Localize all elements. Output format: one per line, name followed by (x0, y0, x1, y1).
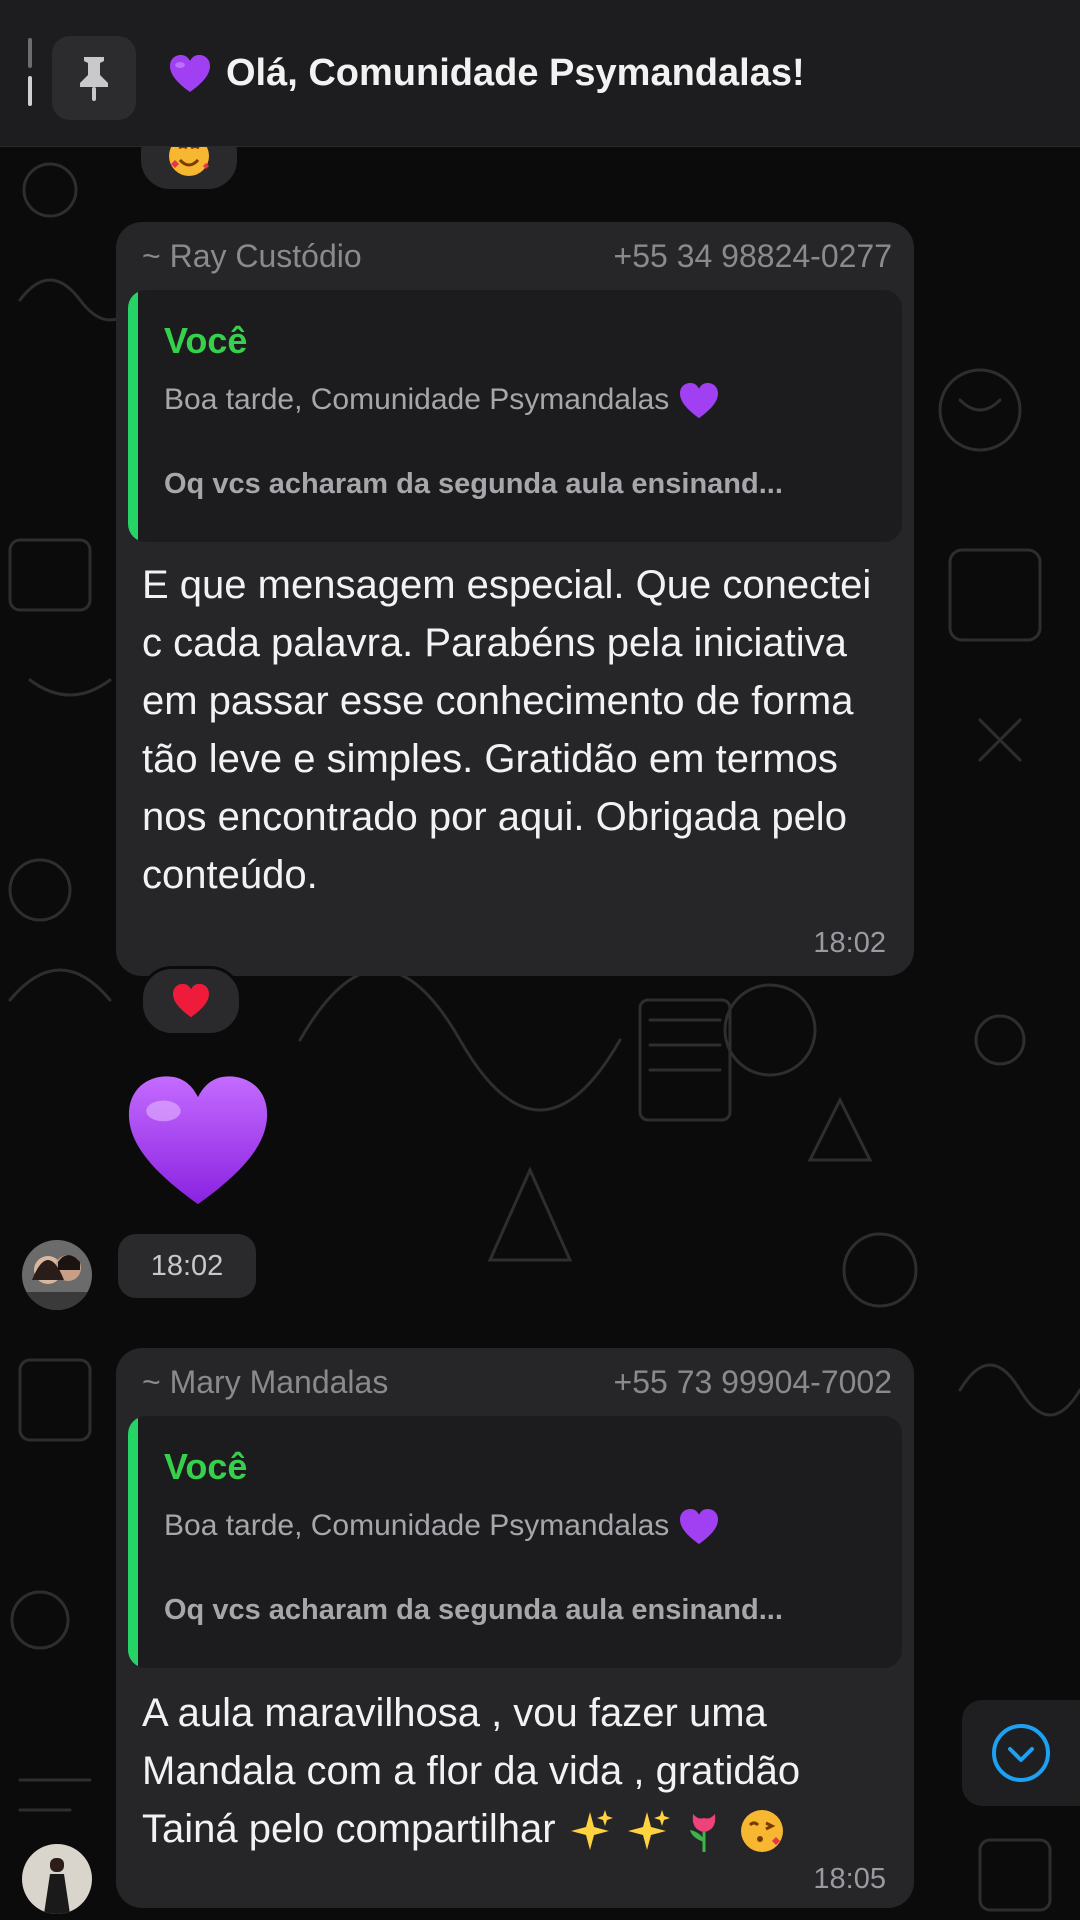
purple-heart-sticker[interactable] (122, 1070, 274, 1214)
pinned-indicator (28, 38, 32, 116)
purple-heart-icon (170, 54, 210, 92)
sparkles-icon (627, 1810, 670, 1851)
face-blowing-kiss-icon (741, 1810, 784, 1853)
sender-name[interactable]: ~ Mary Mandalas (142, 1364, 388, 1400)
message-time: 18:05 (813, 1863, 886, 1895)
message-bubble[interactable]: ~ Mary Mandalas +55 73 99904-7002 Você B… (116, 1348, 914, 1908)
quote-author: Você (164, 320, 248, 361)
quote-accent-bar (128, 1416, 138, 1668)
scroll-to-bottom-button[interactable] (962, 1700, 1080, 1806)
red-heart-icon (173, 983, 209, 1018)
tulip-icon (689, 1814, 716, 1853)
chevron-down-icon (992, 1724, 1050, 1782)
pin-icon[interactable] (52, 36, 136, 120)
quote-line-2: Oq vcs acharam da segunda aula ensinand.… (164, 1594, 783, 1626)
purple-heart-icon (679, 382, 718, 419)
sender-name-bar: ~ Ray Custódio +55 34 98824-0277 (142, 238, 892, 278)
pinned-title-text: Olá, Comunidade Psymandalas! (226, 52, 805, 94)
message-text: A aula maravilhosa , vou fazer uma Manda… (142, 1684, 882, 1858)
quote-line-2: Oq vcs acharam da segunda aula ensinand.… (164, 468, 783, 500)
pinned-message-banner[interactable]: Olá, Comunidade Psymandalas! (0, 0, 1080, 147)
sparkles-icon (570, 1810, 613, 1851)
sticker-time: 18:02 (118, 1234, 256, 1298)
message-time: 18:02 (813, 927, 886, 959)
sender-name-bar: ~ Mary Mandalas +55 73 99904-7002 (142, 1364, 892, 1404)
sender-name[interactable]: ~ Ray Custódio (142, 238, 362, 274)
message-bubble[interactable]: ~ Ray Custódio +55 34 98824-0277 Você Bo… (116, 222, 914, 976)
message-text: E que mensagem especial. Que conectei c … (142, 563, 872, 897)
sender-phone[interactable]: +55 34 98824-0277 (614, 238, 892, 275)
avatar[interactable] (22, 1844, 92, 1914)
quote-line-1: Boa tarde, Comunidade Psymandalas (164, 382, 720, 420)
pinned-title: Olá, Comunidade Psymandalas! (168, 52, 805, 95)
quote-accent-bar (128, 290, 138, 542)
sender-phone[interactable]: +55 73 99904-7002 (614, 1364, 892, 1401)
quote-author: Você (164, 1446, 248, 1487)
quoted-message[interactable]: Você Boa tarde, Comunidade Psymandalas O… (128, 290, 902, 542)
quote-line-1: Boa tarde, Comunidade Psymandalas (164, 1508, 720, 1546)
purple-heart-icon (679, 1508, 718, 1545)
reaction-red-heart[interactable] (140, 966, 242, 1036)
quoted-message[interactable]: Você Boa tarde, Comunidade Psymandalas O… (128, 1416, 902, 1668)
avatar[interactable] (22, 1240, 92, 1310)
